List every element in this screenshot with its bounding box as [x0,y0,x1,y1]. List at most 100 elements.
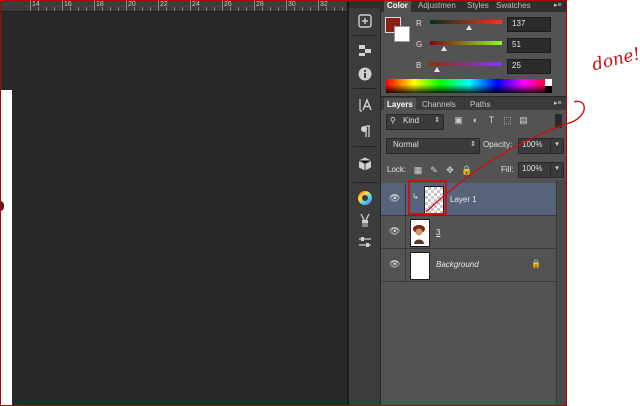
green-value-field[interactable]: 51 [507,38,551,53]
ruler-minor-tick [334,7,335,11]
tab-layers[interactable]: Layers [384,98,416,111]
clipping-arrow-icon: ↳ [412,192,419,201]
ruler-major-tick [286,0,287,11]
ruler-minor-tick [118,7,119,11]
document-canvas[interactable] [0,90,12,406]
visibility-column-divider [405,249,406,281]
info-icon[interactable] [354,64,376,84]
dock-separator [353,88,377,89]
background-color-swatch[interactable] [394,26,410,42]
3d-icon[interactable] [354,154,376,174]
blend-mode-value: Normal [393,140,419,149]
ruler-minor-tick [46,7,47,11]
tab-adjustments[interactable]: Adjustmen [415,0,459,12]
fill-dropdown-button[interactable]: ▾ [550,162,564,178]
lock-transparent-icon[interactable]: ▦ [413,165,423,175]
ruler-minor-tick [342,7,343,11]
layer-row-3[interactable]: 👁 3 [381,216,556,249]
ruler-minor-tick [302,7,303,11]
ruler-major-tick [158,0,159,11]
ruler-minor-tick [230,7,231,11]
layer-row-layer-1[interactable]: 👁 ↳ Layer 1 [381,183,556,216]
ruler-minor-tick [142,7,143,11]
lock-all-icon[interactable]: 🔒 [461,165,472,175]
ruler-minor-tick [166,7,167,11]
ruler-minor-tick [70,7,71,11]
layers-panel-scrollbar[interactable] [556,180,567,406]
history-icon[interactable] [354,11,376,31]
ruler-minor-tick [54,7,55,11]
adjust-icon[interactable] [354,232,376,252]
ruler-minor-tick [214,7,215,11]
red-slider[interactable] [430,20,502,24]
ruler-minor-tick [326,7,327,11]
layers-panel-tabbar: Layers Channels Paths ▸≡ [381,96,567,111]
tab-channels[interactable]: Channels [419,98,459,111]
panel-menu-icon[interactable]: ▸≡ [554,2,563,9]
layer-thumbnail [410,252,430,280]
lock-position-icon[interactable]: ✥ [445,165,455,175]
adjustment-filter-icon[interactable]: ◐ [470,115,481,126]
properties-icon[interactable] [354,40,376,60]
red-channel-label: R [416,19,422,28]
blend-mode-select[interactable]: Normal ⇕ [386,138,480,154]
visibility-column-divider [405,216,406,248]
blue-slider[interactable] [430,62,502,66]
portrait-thumbnail-image [411,220,427,244]
color-spectrum-ramp[interactable] [386,79,552,93]
ruler-minor-tick [198,7,199,11]
layers-panel-menu-icon[interactable]: ▸≡ [554,100,563,107]
dock-separator [353,146,377,147]
red-slider-thumb[interactable] [465,25,472,30]
shape-filter-icon[interactable]: ⬚ [502,115,513,126]
fill-label: Fill: [501,165,514,174]
tab-paths[interactable]: Paths [467,98,493,111]
red-value-field[interactable]: 137 [507,17,551,32]
lock-label: Lock: [387,165,407,174]
filter-toggle-switch[interactable] [555,114,562,128]
color-wheel-icon[interactable] [354,188,376,208]
annotation-text: done! [590,44,640,76]
tab-swatches[interactable]: Swatches [493,0,534,12]
layer-name[interactable]: Background [436,260,479,269]
layer-name[interactable]: 3 [436,228,440,237]
opacity-label: Opacity: [483,140,513,149]
layer-filter-kind-select[interactable]: ⚲ Kind ⇕ [386,114,444,130]
ruler-minor-tick [38,7,39,11]
eye-icon[interactable]: 👁 [389,259,400,270]
eye-icon[interactable]: 👁 [389,226,400,237]
layer-row-background[interactable]: 👁 Background 🔒 [381,249,556,282]
type-filter-icon[interactable]: T [486,115,497,126]
ruler-major-tick [62,0,63,11]
dock-grip[interactable] [349,0,381,8]
color-panel-tabbar: Color Adjustmen Styles Swatches ▸≡ [381,0,567,12]
lock-image-icon[interactable]: ✎ [429,165,439,175]
paragraph-icon[interactable] [354,121,376,141]
blue-slider-thumb[interactable] [434,67,441,72]
smart-object-filter-icon[interactable]: ▤ [518,115,529,126]
green-slider[interactable] [430,41,502,45]
pixel-filter-icon[interactable]: ▣ [453,115,464,126]
ruler-major-tick [254,0,255,11]
document-canvas-area[interactable]: 14 16 18 20 22 24 26 28 30 32 [0,0,347,406]
opacity-dropdown-button[interactable]: ▾ [550,138,564,154]
green-channel-label: G [416,40,423,49]
tab-color[interactable]: Color [384,0,411,12]
chevron-updown-icon: ⇕ [434,117,440,124]
character-icon[interactable] [354,95,376,115]
layer-name[interactable]: Layer 1 [450,195,477,204]
tab-styles[interactable]: Styles [464,0,492,12]
ruler-minor-tick [102,7,103,11]
blue-value-field[interactable]: 25 [507,59,551,74]
chevron-updown-icon: ⇕ [470,141,476,148]
ruler-minor-tick [262,7,263,11]
eye-icon[interactable]: 👁 [389,193,400,204]
ruler-minor-tick [78,7,79,11]
green-slider-thumb[interactable] [441,46,448,51]
ruler-minor-tick [174,7,175,11]
black-white-swatch[interactable] [545,79,552,93]
horizontal-ruler: 14 16 18 20 22 24 26 28 30 32 [0,0,347,12]
filter-kind-label: Kind [403,116,420,125]
brush-preset-icon[interactable] [354,210,376,230]
layer-thumbnail [410,219,430,247]
